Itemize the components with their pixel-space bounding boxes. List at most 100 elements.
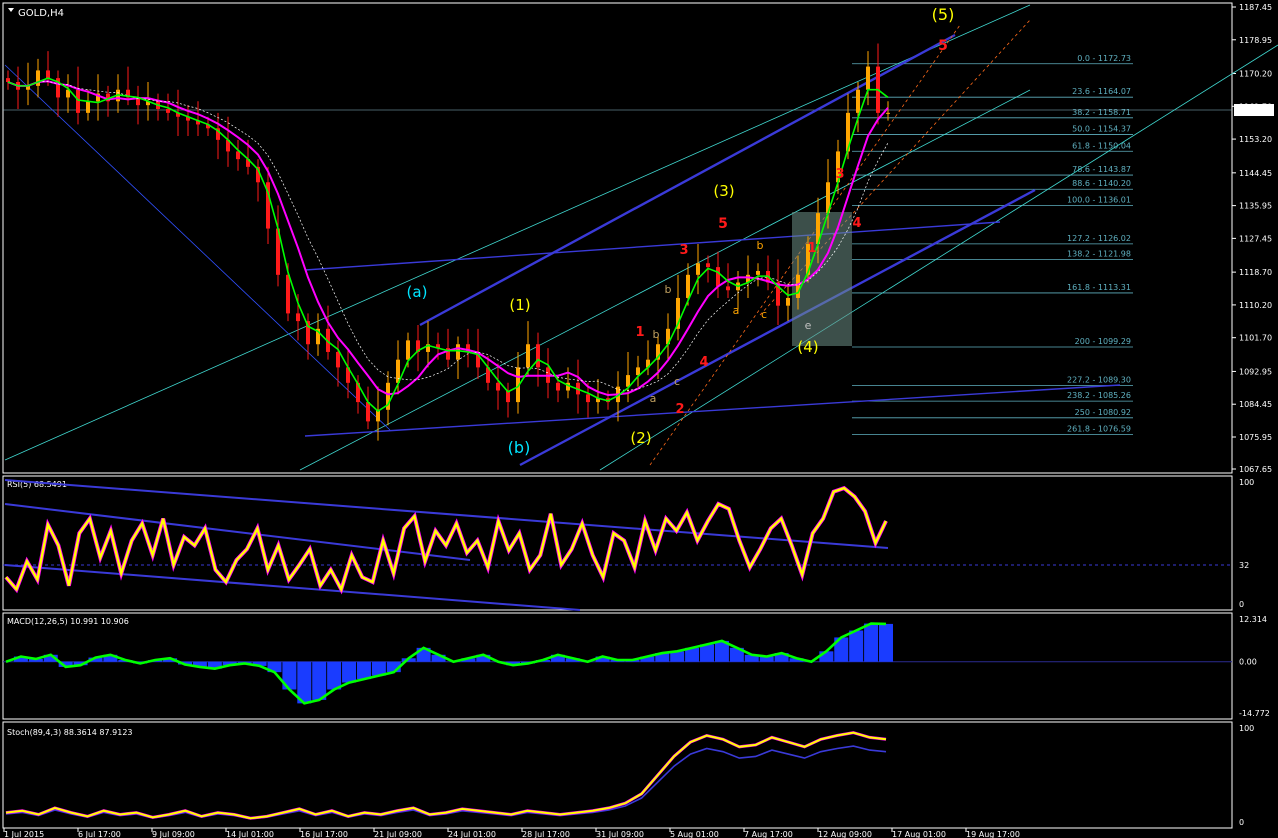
- wave-label: (3): [713, 182, 734, 200]
- candle-body: [706, 263, 710, 268]
- fib-level-label: 227.2 - 1089.30: [1067, 376, 1131, 385]
- fib-level-label: 250 - 1080.92: [1075, 408, 1131, 417]
- macd-scale-label: 0.00: [1239, 658, 1257, 667]
- last-price-value: 1160.74: [1236, 106, 1269, 115]
- fib-level-label: 100.0 - 1136.01: [1067, 195, 1131, 204]
- fib-level-label: 50.0 - 1154.37: [1072, 125, 1131, 134]
- fib-level-label: 127.2 - 1126.02: [1067, 234, 1131, 243]
- macd-histogram-bar: [342, 661, 357, 683]
- macd-histogram-bar: [849, 630, 864, 662]
- candle-body: [756, 270, 760, 275]
- candle-body: [336, 351, 340, 368]
- price-tick-label: 1144.45: [1239, 169, 1272, 178]
- candle-body: [856, 89, 860, 113]
- candle-body: [886, 112, 890, 114]
- candle-body: [296, 313, 300, 322]
- candle-body: [6, 78, 10, 83]
- fib-level-label: 161.8 - 1113.31: [1067, 283, 1131, 292]
- wave-label: (b): [508, 438, 531, 457]
- macd-histogram-bar: [700, 644, 715, 662]
- price-tick-label: 1067.65: [1239, 465, 1272, 474]
- candle-body: [636, 367, 640, 376]
- wave-label: b: [665, 283, 672, 296]
- macd-scale-label: 12.314: [1239, 615, 1267, 624]
- wave-label: (4): [797, 338, 818, 356]
- candle-body: [496, 382, 500, 391]
- price-tick-label: 1110.20: [1239, 301, 1272, 310]
- mt4-chart-window[interactable]: 1187.451178.951170.201161.701153.201144.…: [0, 0, 1278, 838]
- price-tick-label: 1101.70: [1239, 334, 1272, 343]
- candle-body: [626, 375, 630, 387]
- time-tick-label: 21 Jul 09:00: [374, 830, 422, 838]
- wave-label: (1): [509, 296, 530, 314]
- price-tick-label: 1118.70: [1239, 268, 1272, 277]
- wave-label: a: [650, 392, 657, 405]
- wave-label: c: [674, 375, 680, 388]
- time-tick-label: 6 Jul 17:00: [78, 830, 121, 838]
- time-tick-label: 17 Aug 01:00: [892, 830, 946, 838]
- candle-body: [696, 263, 700, 275]
- time-tick-label: 31 Jul 09:00: [596, 830, 644, 838]
- time-tick-label: 5 Aug 01:00: [670, 830, 719, 838]
- wave-label: (a): [407, 283, 428, 301]
- fib-level-label: 88.6 - 1140.20: [1072, 179, 1131, 188]
- price-tick-label: 1092.95: [1239, 367, 1272, 376]
- macd-histogram-bar: [879, 623, 893, 662]
- pane-rsi[interactable]: [2, 475, 1233, 611]
- macd-histogram-bar: [327, 661, 342, 690]
- wave-label: 5: [718, 216, 728, 232]
- price-tick-label: 1178.95: [1239, 36, 1272, 45]
- candle-body: [286, 274, 290, 314]
- time-tick-label: 16 Jul 17:00: [300, 830, 348, 838]
- fib-level-label: 0.0 - 1172.73: [1077, 54, 1131, 63]
- fib-level-label: 200 - 1099.29: [1075, 337, 1131, 346]
- time-tick-label: 24 Jul 01:00: [448, 830, 496, 838]
- time-tick-label: 19 Aug 17:00: [966, 830, 1020, 838]
- wave-label: e: [805, 319, 812, 332]
- macd-histogram-bar: [312, 661, 327, 700]
- candle-body: [526, 344, 530, 368]
- macd-histogram-bar: [864, 623, 879, 662]
- stoch-scale-label: 100: [1239, 724, 1254, 733]
- wave-label: (5): [932, 5, 955, 24]
- symbol-title: GOLD,H4: [18, 8, 64, 19]
- wave-label: 5: [938, 38, 948, 54]
- wave-label: a: [733, 304, 740, 317]
- price-tick-label: 1170.20: [1239, 70, 1272, 79]
- wave-label: 1: [807, 241, 816, 256]
- candle-body: [866, 66, 870, 90]
- rsi-scale-label: 100: [1239, 478, 1254, 487]
- rsi-scale-label: 32: [1239, 561, 1249, 570]
- candle-body: [686, 274, 690, 298]
- candle-body: [366, 402, 370, 422]
- candle-body: [236, 151, 240, 160]
- candle-body: [716, 267, 720, 287]
- fib-level-label: 261.8 - 1076.59: [1067, 425, 1131, 434]
- wave-label: 3: [835, 167, 844, 182]
- price-tick-label: 1075.95: [1239, 433, 1272, 442]
- time-tick-label: 1 Jul 2015: [4, 830, 44, 838]
- wave-label: c: [761, 308, 767, 321]
- macd-title: MACD(12,26,5) 10.991 10.906: [7, 617, 129, 626]
- candle-body: [76, 89, 80, 113]
- candle-body: [166, 109, 170, 113]
- wave-label: b: [653, 328, 660, 341]
- time-tick-label: 9 Jul 09:00: [152, 830, 195, 838]
- candle-body: [556, 382, 560, 391]
- time-tick-label: 12 Aug 09:00: [818, 830, 872, 838]
- macd-histogram-bar: [356, 661, 371, 680]
- wave-label: 4: [699, 355, 708, 370]
- price-tick-label: 1187.45: [1239, 3, 1272, 12]
- time-tick-label: 28 Jul 17:00: [522, 830, 570, 838]
- wave-label: 4: [852, 216, 861, 231]
- wave-label: (2): [630, 429, 651, 447]
- fib-level-label: 78.6 - 1143.87: [1072, 165, 1131, 174]
- time-tick-label: 14 Jul 01:00: [226, 830, 274, 838]
- candle-body: [536, 344, 540, 368]
- candle-body: [86, 101, 90, 113]
- price-tick-label: 1135.95: [1239, 202, 1272, 211]
- fib-level-label: 38.2 - 1158.71: [1072, 108, 1131, 117]
- time-tick-label: 7 Aug 17:00: [744, 830, 793, 838]
- wave-label: 1: [635, 325, 644, 340]
- candle-body: [796, 274, 800, 298]
